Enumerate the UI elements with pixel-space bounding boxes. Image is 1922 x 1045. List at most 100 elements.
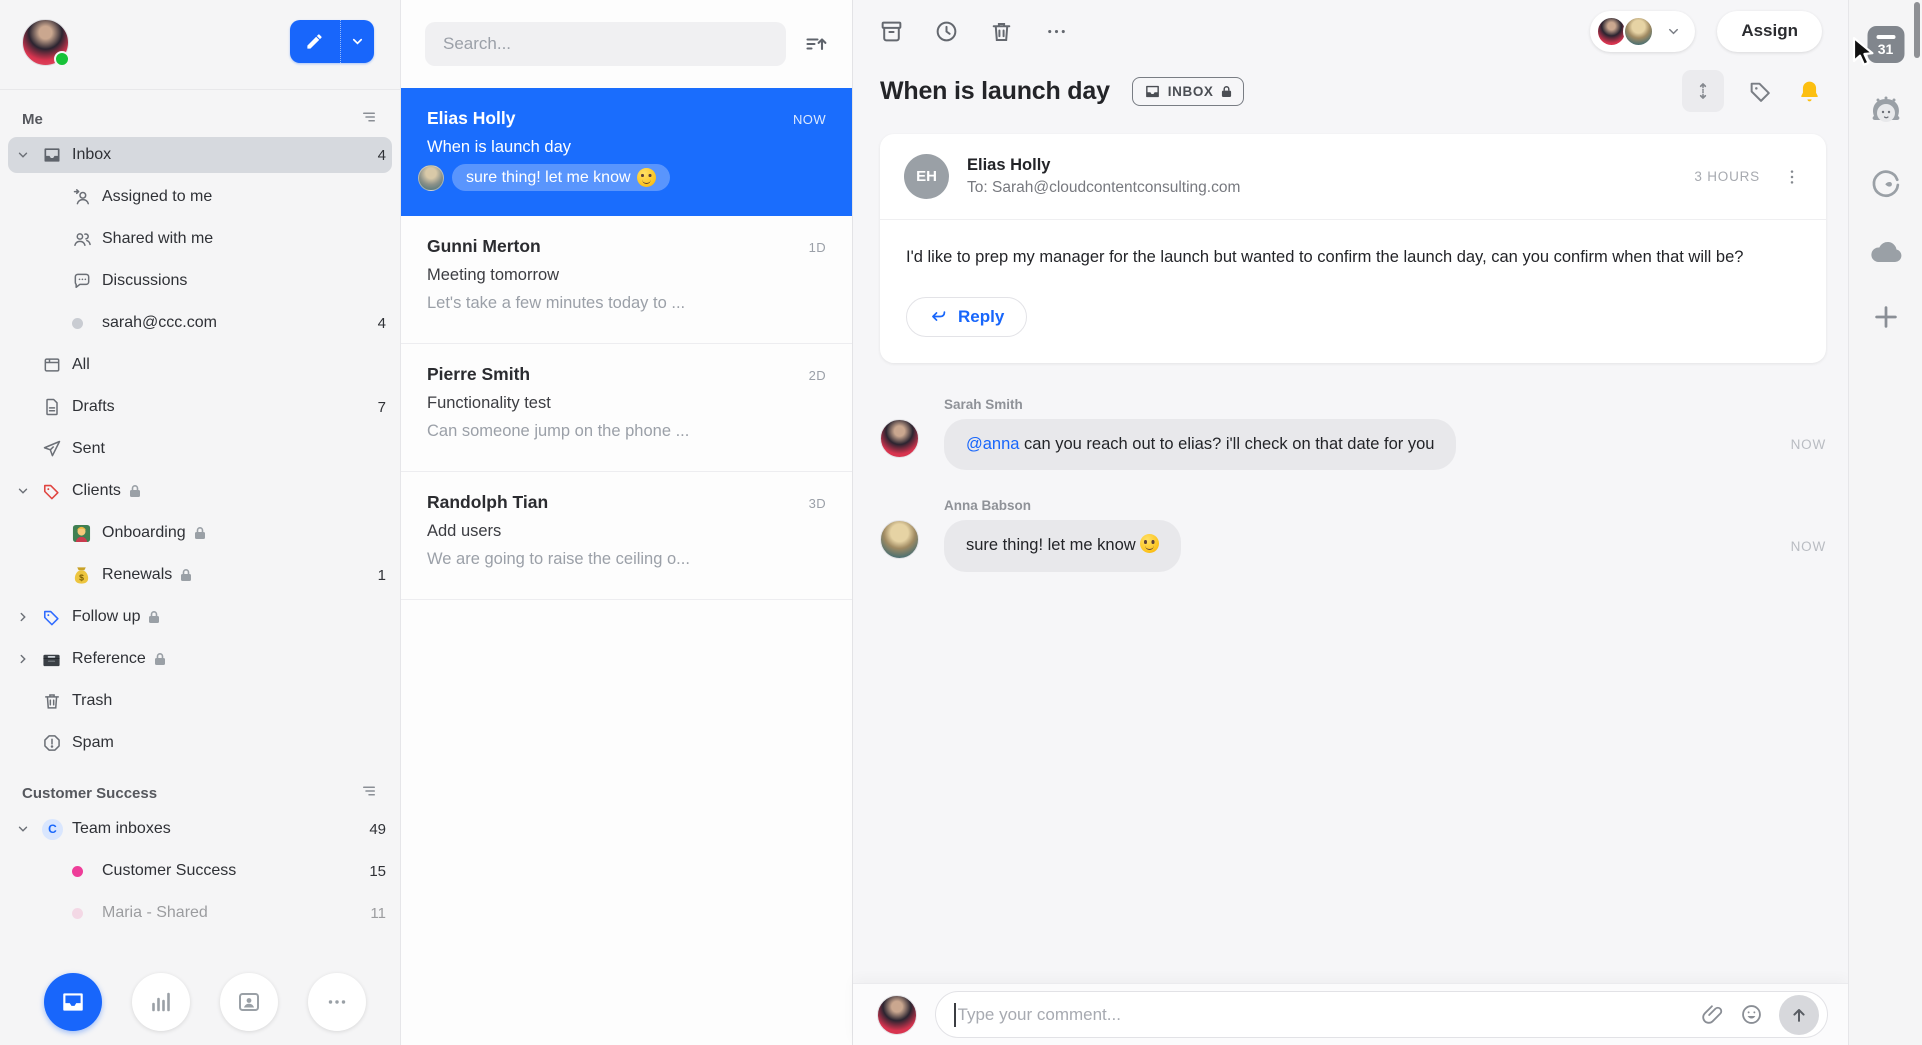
compose-button[interactable]	[290, 20, 374, 63]
nav-contacts-button[interactable]	[220, 973, 278, 1031]
pencil-icon[interactable]	[290, 20, 340, 63]
left-sidebar: Me Inbox 4 Assigned to me Shared with me…	[0, 0, 401, 1045]
onboarding-emoji-icon	[72, 524, 102, 543]
inbox-icon	[1144, 83, 1161, 100]
lock-icon	[154, 652, 166, 666]
cloud-icon[interactable]	[1866, 232, 1906, 272]
comment-author: Sarah Smith	[944, 397, 1826, 412]
svg-text:$: $	[79, 572, 84, 582]
conversation-list-item[interactable]: Pierre Smith 2D Functionality test Can s…	[401, 344, 852, 472]
sidebar-item-label: Trash	[72, 692, 112, 710]
comment-field[interactable]	[935, 991, 1828, 1038]
lock-icon	[129, 484, 141, 498]
chevron-down-icon[interactable]	[16, 148, 42, 162]
message-body: I'd like to prep my manager for the laun…	[906, 244, 1786, 271]
conversation-list-item[interactable]: Gunni Merton 1D Meeting tomorrow Let's t…	[401, 216, 852, 344]
sidebar-item-sent[interactable]: Sent	[0, 428, 400, 470]
chevron-down-icon[interactable]	[16, 484, 42, 498]
message-kebab-menu-icon[interactable]	[1782, 167, 1802, 187]
sidebar-item-label: Sent	[72, 440, 105, 458]
conversation-subject: Add users	[427, 522, 826, 541]
snooze-clock-icon[interactable]	[934, 19, 959, 44]
filter-icon[interactable]	[360, 782, 378, 804]
sidebar-item-reference[interactable]: Reference	[0, 638, 400, 680]
lock-icon	[194, 526, 206, 540]
sort-icon[interactable]	[804, 32, 828, 56]
sidebar-item-assigned-to-me[interactable]: Assigned to me	[0, 176, 400, 218]
sidebar-item-label: Spam	[72, 734, 114, 752]
user-avatar[interactable]	[22, 19, 69, 66]
sidebar-item-discussions[interactable]: Discussions	[0, 260, 400, 302]
chevron-right-icon[interactable]	[16, 610, 42, 624]
sidebar-item-sarah-channel[interactable]: sarah@ccc.com 4	[0, 302, 400, 344]
section-header-customer-success: Customer Success	[0, 778, 400, 808]
filter-icon[interactable]	[360, 108, 378, 130]
more-options-icon[interactable]	[1044, 19, 1069, 44]
sidebar-item-customer-success-inbox[interactable]: Customer Success 15	[0, 850, 400, 892]
nav-analytics-button[interactable]	[132, 973, 190, 1031]
trash-icon[interactable]	[989, 19, 1014, 44]
assignee-selector[interactable]	[1590, 11, 1695, 52]
discussion-bubble-icon	[72, 271, 102, 291]
tag-icon[interactable]	[1748, 79, 1773, 104]
comment-input[interactable]	[958, 992, 1702, 1037]
inbox-badge[interactable]: INBOX	[1132, 77, 1244, 106]
unread-count: 15	[361, 863, 386, 880]
unread-count: 4	[370, 147, 386, 164]
thread-body: EH Elias Holly To: Sarah@cloudcontentcon…	[853, 126, 1848, 983]
sidebar-item-drafts[interactable]: Drafts 7	[0, 386, 400, 428]
sidebar-item-label: All	[72, 356, 90, 374]
sidebar-item-trash[interactable]: Trash	[0, 680, 400, 722]
unread-count: 4	[370, 315, 386, 332]
conversation-list-item[interactable]: Elias Holly NOW When is launch day sure …	[401, 88, 852, 216]
expand-collapse-icon[interactable]	[1682, 70, 1724, 112]
conversation-snippet: Can someone jump on the phone ...	[427, 422, 826, 441]
add-plugin-plus-icon[interactable]	[1871, 302, 1901, 332]
sidebar-item-label: Discussions	[102, 272, 187, 290]
section-label: Customer Success	[22, 785, 157, 802]
send-comment-button[interactable]	[1779, 995, 1819, 1035]
sidebar-header	[0, 0, 400, 90]
sender-name: Pierre Smith	[427, 364, 530, 385]
archive-icon[interactable]	[879, 19, 904, 44]
snippet-avatar	[418, 165, 444, 191]
sidebar-item-shared-with-me[interactable]: Shared with me	[0, 218, 400, 260]
chevron-right-icon[interactable]	[16, 652, 42, 666]
section-header-me: Me	[0, 104, 400, 134]
sidebar-item-team-inboxes[interactable]: C Team inboxes 49	[0, 808, 400, 850]
conversation-list-item[interactable]: Randolph Tian 3D Add users We are going …	[401, 472, 852, 600]
emoji-picker-icon[interactable]	[1740, 1003, 1763, 1026]
sidebar-item-all[interactable]: All	[0, 344, 400, 386]
reply-button[interactable]: Reply	[906, 297, 1027, 337]
sidebar-item-label: Team inboxes	[72, 820, 171, 838]
sidebar-item-maria-shared[interactable]: Maria - Shared 11	[0, 892, 400, 934]
compose-dropdown-chevron-icon[interactable]	[340, 20, 374, 63]
conversation-subject: When is launch day	[427, 138, 826, 157]
calendar-icon[interactable]: 31	[1867, 26, 1904, 63]
attachment-paperclip-icon[interactable]	[1701, 1003, 1724, 1026]
sidebar-item-spam[interactable]: Spam	[0, 722, 400, 764]
channel-dot-icon	[72, 908, 102, 919]
comment-avatar	[880, 419, 919, 458]
text-cursor	[954, 1003, 956, 1027]
sidebar-item-clients[interactable]: Clients	[0, 470, 400, 512]
smiley-emoji	[637, 168, 656, 187]
sidebar-item-inbox[interactable]: Inbox 4	[0, 134, 400, 176]
mention-link[interactable]: @anna	[966, 435, 1019, 453]
assign-button[interactable]: Assign	[1717, 11, 1822, 52]
integration-loop-icon[interactable]	[1868, 164, 1904, 200]
conversation-subject: Functionality test	[427, 394, 826, 413]
sidebar-item-onboarding[interactable]: Onboarding	[0, 512, 400, 554]
sidebar-item-follow-up[interactable]: Follow up	[0, 596, 400, 638]
sidebar-item-label: Maria - Shared	[102, 904, 208, 922]
notification-bell-icon[interactable]	[1797, 79, 1822, 104]
nav-more-button[interactable]	[308, 973, 366, 1031]
search-input[interactable]	[425, 22, 786, 66]
sidebar-item-label: Inbox	[72, 146, 111, 164]
nav-inbox-button[interactable]	[44, 973, 102, 1031]
persona-avatar-icon[interactable]	[1864, 90, 1908, 134]
sidebar-item-renewals[interactable]: $ Renewals 1	[0, 554, 400, 596]
sidebar-item-label: Reference	[72, 650, 146, 668]
scrollbar-thumb[interactable]	[1914, 2, 1920, 58]
chevron-down-icon[interactable]	[16, 822, 42, 836]
